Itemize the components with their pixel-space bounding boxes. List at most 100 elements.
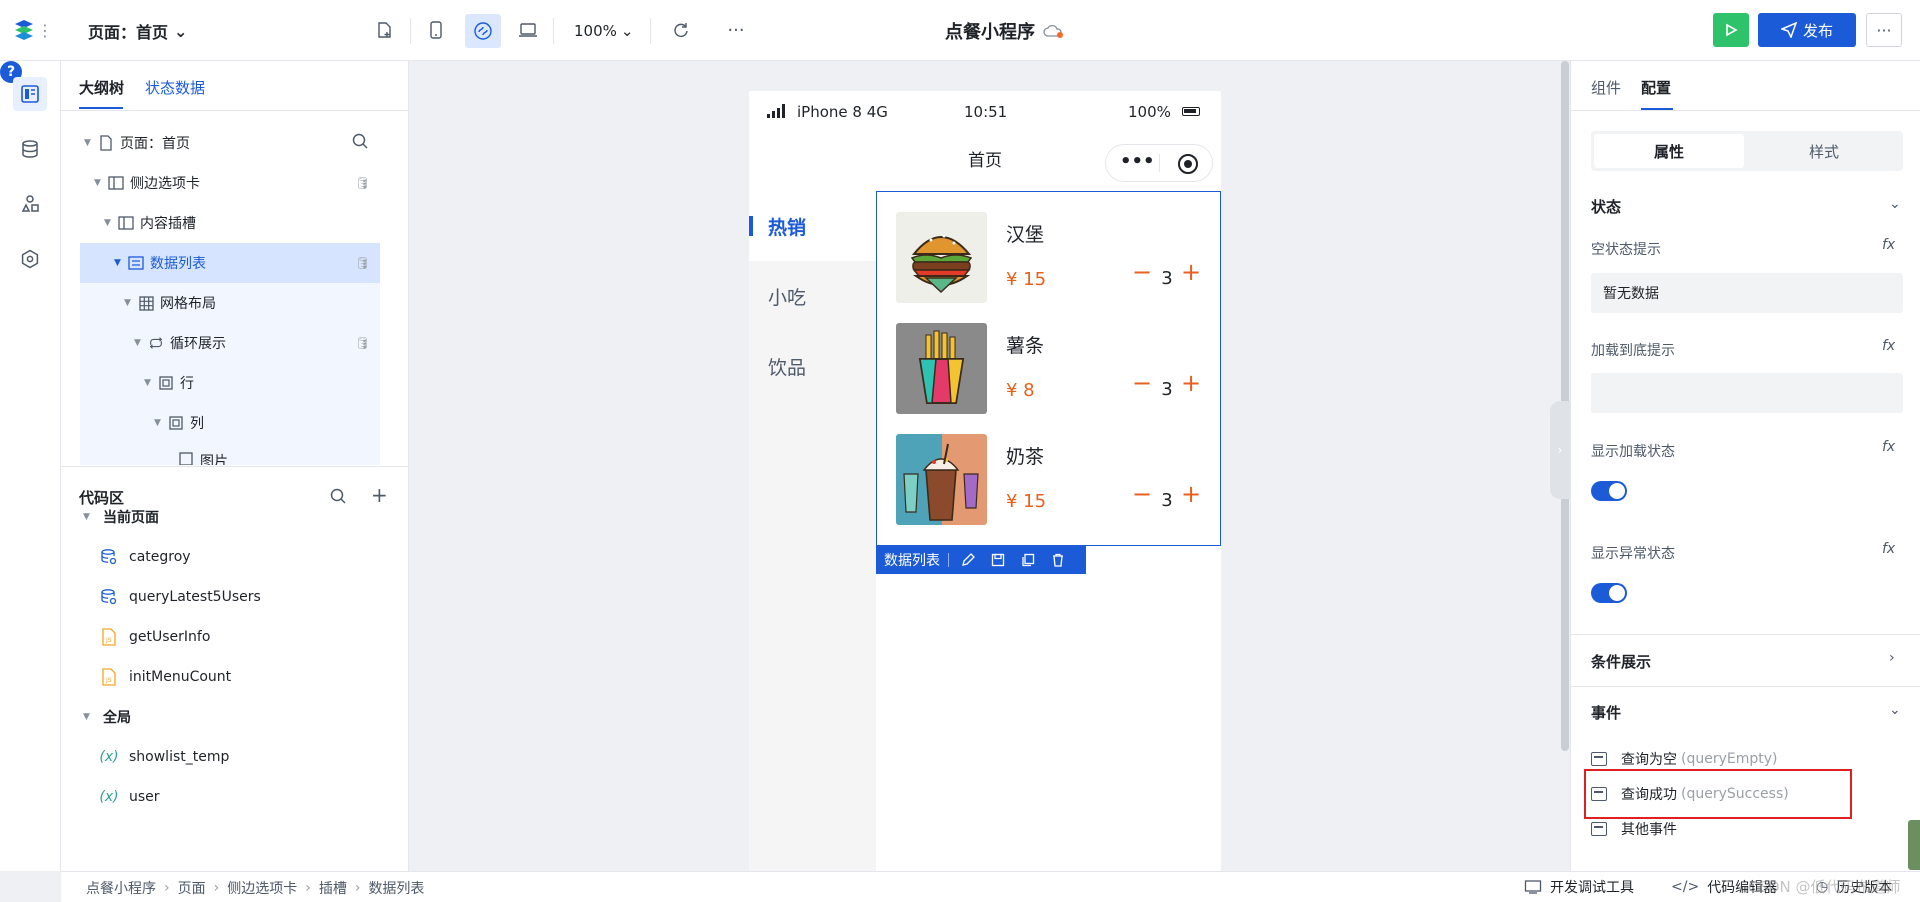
- fx-icon[interactable]: fx: [1882, 237, 1895, 253]
- caret-down-icon[interactable]: ▼: [154, 418, 168, 428]
- add-page-icon[interactable]: [370, 16, 398, 44]
- fx-icon[interactable]: fx: [1882, 439, 1895, 455]
- caret-down-icon[interactable]: ▼: [84, 138, 98, 148]
- page-select[interactable]: 页面：首页 ⌄: [88, 18, 187, 44]
- code-group-global[interactable]: ▼ 全局: [83, 705, 131, 729]
- edit-icon[interactable]: [957, 549, 979, 571]
- page-select-label: 页面：首页: [88, 23, 169, 42]
- tree-node-content-slot[interactable]: ▼ 内容插槽: [80, 203, 380, 243]
- caret-down-icon[interactable]: ▼: [134, 338, 148, 348]
- refresh-icon[interactable]: [667, 16, 695, 44]
- sidebar-tab-snacks[interactable]: 小吃: [749, 261, 876, 331]
- tree-node-grid-layout[interactable]: ▼ 网格布局: [80, 283, 380, 323]
- tab-components[interactable]: 组件: [1591, 77, 1621, 98]
- tree-node-data-list[interactable]: ▼ 数据列表 🛢: [80, 243, 380, 283]
- breadcrumb-item[interactable]: 侧边选项卡: [227, 878, 297, 898]
- segment-style[interactable]: 样式: [1749, 134, 1899, 168]
- code-item[interactable]: JS getUserInfo: [99, 625, 210, 649]
- code-item[interactable]: categroy: [99, 545, 191, 569]
- copy-icon[interactable]: [1017, 549, 1039, 571]
- dev-tools-button[interactable]: 开发调试工具: [1524, 877, 1634, 897]
- code-item[interactable]: (x) showlist_temp: [99, 745, 229, 769]
- list-item[interactable]: 汉堡 ¥ 15 − 3 +: [896, 212, 1216, 304]
- caret-down-icon[interactable]: ▼: [94, 178, 108, 188]
- section-condition-title[interactable]: 条件展示: [1591, 651, 1651, 672]
- preview-button[interactable]: [1713, 13, 1749, 47]
- code-group-current-page[interactable]: ▼ 当前页面: [83, 505, 159, 529]
- breadcrumb-item[interactable]: 插槽: [319, 878, 347, 898]
- plus-icon[interactable]: +: [1179, 369, 1203, 397]
- more-dots-icon[interactable]: •••: [1120, 153, 1155, 171]
- tree-node-image[interactable]: 图片: [80, 443, 380, 465]
- tree-node-sidebar-tabs[interactable]: ▼ 侧边选项卡 🛢: [80, 163, 380, 203]
- breadcrumb-item[interactable]: 点餐小程序: [86, 878, 156, 898]
- close-circle-icon[interactable]: [1178, 154, 1198, 174]
- device-desktop-icon[interactable]: [514, 16, 542, 44]
- food-name: 薯条: [1006, 335, 1045, 357]
- tab-outline-tree[interactable]: 大纲树: [79, 77, 124, 98]
- device-miniprogram-icon[interactable]: [465, 14, 501, 48]
- empty-hint-input[interactable]: 暂无数据: [1591, 273, 1903, 313]
- list-item[interactable]: 薯条 ¥ 8 − 3 +: [896, 323, 1216, 415]
- top-toolbar: ⋮ 页面：首页 ⌄ 100% ⌄ ··· 点餐小程序 发布 ···: [0, 0, 1920, 61]
- collapse-panel-handle[interactable]: ›: [1550, 401, 1570, 499]
- chevron-right-icon[interactable]: ›: [1889, 650, 1895, 666]
- tree-node-loop[interactable]: ▼ 循环展示 🛢: [80, 323, 380, 363]
- tab-config[interactable]: 配置: [1641, 77, 1671, 98]
- tree-node-page[interactable]: ▼ 页面：首页: [80, 123, 380, 163]
- breadcrumb-item[interactable]: 页面: [178, 878, 206, 898]
- event-other[interactable]: 其他事件: [1591, 817, 1677, 841]
- event-query-empty[interactable]: 查询为空 (queryEmpty): [1591, 747, 1777, 771]
- app-menu-icon[interactable]: ⋮: [37, 16, 53, 44]
- active-tab-indicator: [79, 107, 123, 109]
- data-list[interactable]: 汉堡 ¥ 15 − 3 + 薯条 ¥ 8 − 3 + 奶茶 ¥ 15 − 3 +: [876, 191, 1221, 546]
- load-bottom-input[interactable]: [1591, 373, 1903, 413]
- chevron-down-icon[interactable]: ⌄: [1889, 702, 1901, 718]
- delete-icon[interactable]: [1047, 549, 1069, 571]
- sidebar-tab-drinks[interactable]: 饮品: [749, 331, 876, 401]
- list-item[interactable]: 奶茶 ¥ 15 − 3 +: [896, 434, 1216, 526]
- plus-icon[interactable]: +: [1179, 480, 1203, 508]
- plus-icon[interactable]: +: [1179, 258, 1203, 286]
- caret-down-icon[interactable]: ▼: [104, 218, 118, 228]
- more-icon[interactable]: ···: [722, 16, 750, 44]
- tree-node-row[interactable]: ▼ 行: [80, 363, 380, 403]
- section-events-title[interactable]: 事件: [1591, 702, 1621, 723]
- database-icon[interactable]: [13, 132, 47, 166]
- minus-icon[interactable]: −: [1130, 258, 1154, 286]
- section-state-title[interactable]: 状态: [1591, 196, 1621, 217]
- chevron-down-icon[interactable]: ⌄: [1889, 196, 1901, 212]
- caret-down-icon[interactable]: ▼: [114, 258, 128, 268]
- fx-icon[interactable]: fx: [1882, 338, 1895, 354]
- code-item[interactable]: (x) user: [99, 785, 159, 809]
- more-menu-button[interactable]: ···: [1866, 13, 1902, 47]
- device-mobile-icon[interactable]: [422, 16, 450, 44]
- minus-icon[interactable]: −: [1130, 369, 1154, 397]
- add-icon[interactable]: +: [371, 483, 388, 507]
- save-icon[interactable]: [987, 549, 1009, 571]
- zoom-select[interactable]: 100% ⌄: [574, 18, 633, 44]
- components-icon[interactable]: [13, 187, 47, 221]
- code-item[interactable]: JS initMenuCount: [99, 665, 231, 689]
- settings-icon[interactable]: [13, 242, 47, 276]
- caret-down-icon[interactable]: ▼: [83, 712, 97, 722]
- segment-attributes[interactable]: 属性: [1594, 134, 1744, 168]
- code-item[interactable]: queryLatest5Users: [99, 585, 261, 609]
- event-label: 其他事件: [1621, 822, 1677, 838]
- publish-button[interactable]: 发布: [1758, 13, 1856, 47]
- show-error-toggle[interactable]: [1591, 583, 1627, 603]
- show-loading-toggle[interactable]: [1591, 481, 1627, 501]
- outline-panel-icon[interactable]: [13, 77, 47, 111]
- sidebar-tab-hot[interactable]: 热销: [749, 191, 876, 261]
- app-logo-icon[interactable]: [12, 18, 36, 42]
- breadcrumb-item[interactable]: 数据列表: [368, 878, 424, 898]
- caret-down-icon[interactable]: ▼: [83, 512, 97, 522]
- tree-node-column[interactable]: ▼ 列: [80, 403, 380, 443]
- search-icon[interactable]: [329, 487, 347, 505]
- caret-down-icon[interactable]: ▼: [144, 378, 158, 388]
- tab-state-data[interactable]: 状态数据: [145, 77, 205, 98]
- minus-icon[interactable]: −: [1130, 480, 1154, 508]
- fx-icon[interactable]: fx: [1882, 541, 1895, 557]
- code-item-label: categroy: [129, 549, 191, 565]
- caret-down-icon[interactable]: ▼: [124, 298, 138, 308]
